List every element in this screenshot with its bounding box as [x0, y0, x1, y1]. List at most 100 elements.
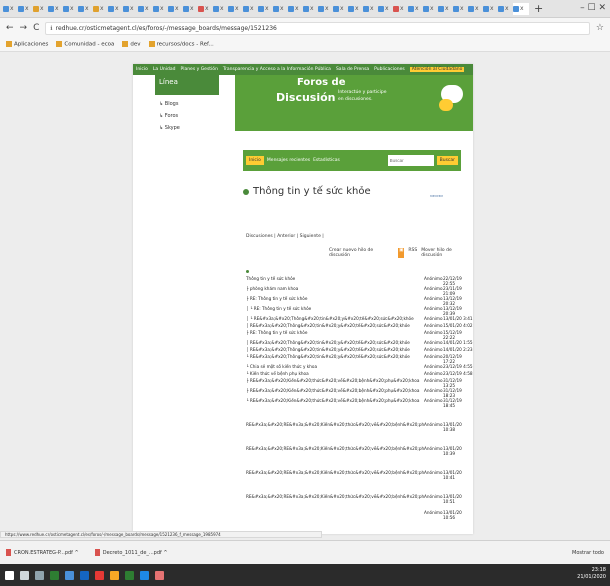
- message-subject-link[interactable]: RE&#x3a;&#x20;RE&#x3a;&#x20;Kiến&#x20;th…: [246, 422, 424, 427]
- tab-close-icon[interactable]: x: [70, 5, 74, 12]
- browser-tab[interactable]: x: [243, 3, 257, 15]
- message-row[interactable]: │ RE&#x3a;&#x20;Thông&#x20;tin&#x20;y&#x…: [246, 347, 473, 354]
- move-thread-link[interactable]: Mover hilo de discusión: [421, 248, 473, 258]
- tab-close-icon[interactable]: x: [400, 5, 404, 12]
- browser-tab[interactable]: x: [183, 3, 197, 15]
- message-subject-link[interactable]: │ └ RE&#x3a;&#x20;Thông&#x20;tin&#x20;y&…: [246, 316, 424, 321]
- message-subject-link[interactable]: ├ RE: Thông tin y tế sức khỏe: [246, 330, 424, 335]
- bookmark-star-icon[interactable]: ☆: [596, 23, 604, 33]
- view-mode-icons[interactable]: ▭▭▭: [430, 194, 443, 199]
- browser-tab[interactable]: x: [453, 3, 467, 15]
- tab-close-icon[interactable]: x: [520, 5, 524, 12]
- nav-item[interactable]: Inicio: [136, 67, 148, 72]
- rss-link[interactable]: RSS: [408, 248, 417, 258]
- message-row[interactable]: │ RE&#x3a;&#x20;Thông&#x20;tin&#x20;y&#x…: [246, 323, 473, 330]
- tab-close-icon[interactable]: x: [445, 5, 449, 12]
- message-subject-link[interactable]: │ RE&#x3a;&#x20;Thông&#x20;tin&#x20;y&#x…: [246, 347, 424, 352]
- sidebar-item[interactable]: ↳ Foros: [155, 107, 219, 119]
- back-icon[interactable]: ←: [6, 23, 14, 33]
- message-subject-link[interactable]: ├ RE&#x3a;&#x20;Kiến&#x20;thức&#x20;về&#…: [246, 378, 424, 383]
- reload-icon[interactable]: C: [33, 23, 39, 33]
- browser-tab[interactable]: x: [483, 3, 497, 15]
- tab-close-icon[interactable]: x: [175, 5, 179, 12]
- nav-item[interactable]: Sala de Prensa: [336, 67, 369, 72]
- message-subject-link[interactable]: ├ RE&#x3a;&#x20;Kiến&#x20;thức&#x20;về&#…: [246, 388, 424, 393]
- tab-close-icon[interactable]: x: [145, 5, 149, 12]
- browser-tab[interactable]: x: [273, 3, 287, 15]
- tab-close-icon[interactable]: x: [310, 5, 314, 12]
- tab-close-icon[interactable]: x: [10, 5, 14, 12]
- sidebar-item[interactable]: ↳ Skype: [155, 119, 219, 131]
- tab-close-icon[interactable]: x: [355, 5, 359, 12]
- search-button[interactable]: Buscar: [436, 156, 458, 165]
- tab-close-icon[interactable]: x: [325, 5, 329, 12]
- taskbar-app-icon[interactable]: [110, 570, 119, 580]
- browser-tab[interactable]: x: [498, 3, 512, 15]
- tab-close-icon[interactable]: x: [430, 5, 434, 12]
- message-row[interactable]: RE&#x3a;&#x20;RE&#x3a;&#x20;Kiến&#x20;th…: [246, 422, 473, 432]
- message-subject-link[interactable]: ├ RE: Thông tin y tế sức khỏe: [246, 296, 424, 301]
- browser-tab[interactable]: x: [258, 3, 272, 15]
- tab-close-icon[interactable]: x: [220, 5, 224, 12]
- nav-item[interactable]: Atención al Ciudadano: [409, 67, 465, 72]
- browser-tab[interactable]: x: [303, 3, 317, 15]
- tab-close-icon[interactable]: x: [115, 5, 119, 12]
- browser-tab[interactable]: x: [423, 3, 437, 15]
- message-row[interactable]: Thông tin y tế sức khỏe Anónimo 22/12/19 2…: [246, 276, 473, 286]
- browser-tab[interactable]: x: [393, 3, 407, 15]
- message-subject-link[interactable]: RE&#x3a;&#x20;RE&#x3a;&#x20;Kiến&#x20;th…: [246, 446, 424, 451]
- message-row[interactable]: Anónimo 13/01/20 10:56: [246, 510, 473, 520]
- tab-close-icon[interactable]: x: [385, 5, 389, 12]
- browser-tab[interactable]: x: [363, 3, 377, 15]
- message-row[interactable]: RE&#x3a;&#x20;RE&#x3a;&#x20;Kiến&#x20;th…: [246, 494, 473, 504]
- browser-tab[interactable]: x: [333, 3, 347, 15]
- message-subject-link[interactable]: RE&#x3a;&#x20;RE&#x3a;&#x20;Kiến&#x20;th…: [246, 470, 424, 475]
- taskbar-app-icon[interactable]: [95, 570, 104, 580]
- message-row[interactable]: └ RE&#x3a;&#x20;Kiến&#x20;thức&#x20;về&#…: [246, 398, 473, 408]
- browser-tab[interactable]: x: [153, 3, 167, 15]
- tab-close-icon[interactable]: x: [100, 5, 104, 12]
- browser-tab[interactable]: x: [348, 3, 362, 15]
- tab-inicio[interactable]: Inicio: [246, 156, 264, 165]
- message-row[interactable]: ├ RE: Thông tin y tế sức khỏe Anónimo 13/1…: [246, 296, 473, 306]
- tab-close-icon[interactable]: x: [340, 5, 344, 12]
- taskbar-app-icon[interactable]: [65, 570, 74, 580]
- tab-close-icon[interactable]: x: [250, 5, 254, 12]
- new-tab-button[interactable]: +: [534, 2, 543, 15]
- tab-close-icon[interactable]: x: [370, 5, 374, 12]
- browser-tab[interactable]: x: [63, 3, 77, 15]
- browser-tab[interactable]: x: [123, 3, 137, 15]
- sidebar-item[interactable]: ↳ Blogs: [155, 95, 219, 107]
- bookmark-item[interactable]: dev: [122, 41, 141, 48]
- browser-tab[interactable]: x: [513, 2, 529, 15]
- message-subject-link[interactable]: RE&#x3a;&#x20;RE&#x3a;&#x20;Kiến&#x20;th…: [246, 494, 424, 499]
- nav-item[interactable]: La Unidad: [153, 67, 176, 72]
- new-thread-link[interactable]: Crear nuevo hilo de discusión: [329, 248, 394, 258]
- tab-close-icon[interactable]: x: [265, 5, 269, 12]
- taskbar-app-icon[interactable]: [35, 570, 44, 580]
- browser-tab[interactable]: x: [93, 3, 107, 15]
- window-controls[interactable]: – ☐ ✕: [580, 3, 606, 13]
- tab-close-icon[interactable]: x: [205, 5, 209, 12]
- message-subject-link[interactable]: │ └ RE: Thông tin y tế sức khỏe: [246, 306, 424, 311]
- message-row[interactable]: │ └ RE&#x3a;&#x20;Thông&#x20;tin&#x20;y&…: [246, 316, 473, 323]
- tab-close-icon[interactable]: x: [85, 5, 89, 12]
- message-row[interactable]: │ RE&#x3a;&#x20;Thông&#x20;tin&#x20;y&#x…: [246, 340, 473, 347]
- taskbar-app-icon[interactable]: [140, 570, 149, 580]
- browser-tab[interactable]: x: [138, 3, 152, 15]
- tab-close-icon[interactable]: x: [235, 5, 239, 12]
- message-row[interactable]: ├ RE&#x3a;&#x20;Kiến&#x20;thức&#x20;về&#…: [246, 388, 473, 398]
- tab-recent[interactable]: Mensajes recientes: [267, 158, 310, 163]
- tab-close-icon[interactable]: x: [475, 5, 479, 12]
- taskbar-app-icon[interactable]: [50, 570, 59, 580]
- tab-close-icon[interactable]: x: [55, 5, 59, 12]
- browser-tab[interactable]: x: [48, 3, 62, 15]
- show-all-downloads-button[interactable]: Mostrar todo: [572, 550, 604, 556]
- taskbar-app-icon[interactable]: [155, 570, 164, 580]
- bookmark-item[interactable]: recursos/docs - Ref...: [148, 41, 214, 48]
- message-subject-link[interactable]: │ RE&#x3a;&#x20;Thông&#x20;tin&#x20;y&#x…: [246, 340, 424, 345]
- message-row[interactable]: RE&#x3a;&#x20;RE&#x3a;&#x20;Kiến&#x20;th…: [246, 446, 473, 456]
- message-row[interactable]: ├ RE: Thông tin y tế sức khỏe Anónimo 15/1…: [246, 330, 473, 340]
- browser-tab[interactable]: x: [108, 3, 122, 15]
- message-row[interactable]: │ └ RE: Thông tin y tế sức khỏe Anónimo 13…: [246, 306, 473, 316]
